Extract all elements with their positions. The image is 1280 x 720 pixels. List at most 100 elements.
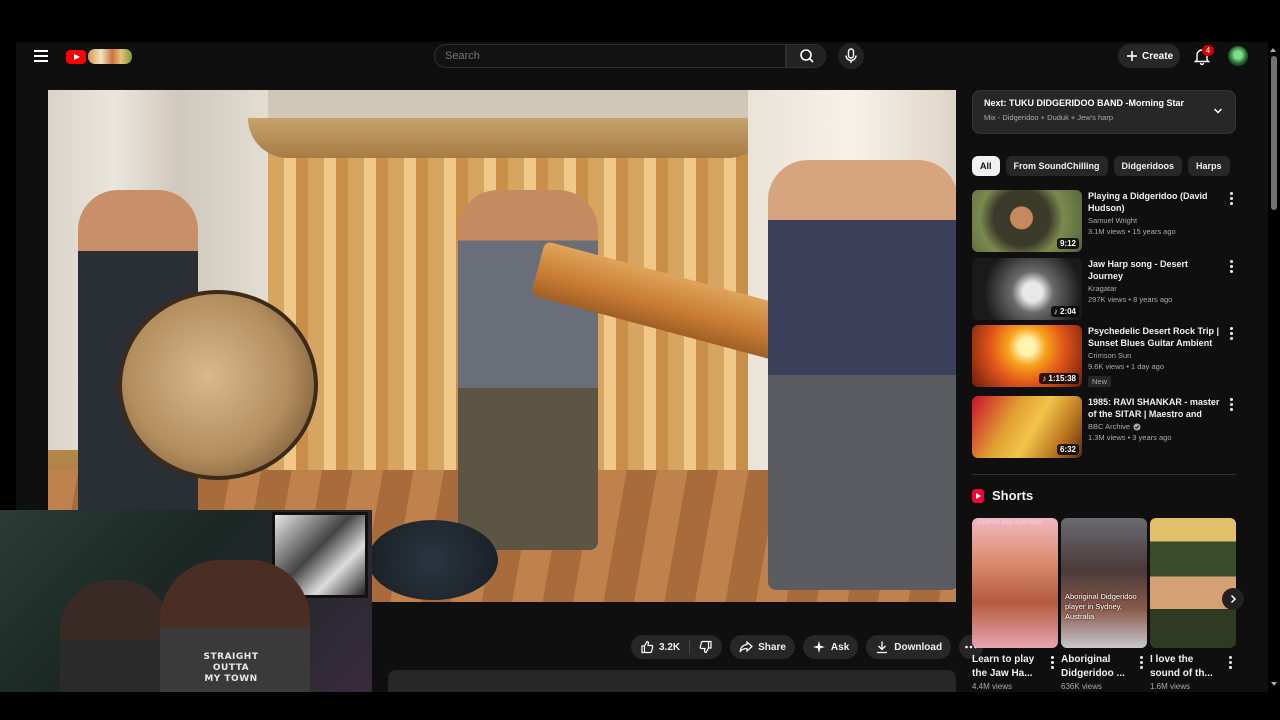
masthead: Create 4 xyxy=(16,42,1268,70)
channel-name-text: Samuel Wright xyxy=(1088,216,1138,225)
video-info: Psychedelic Desert Rock Trip | Sunset Bl… xyxy=(1088,325,1220,389)
chip-didgeridoos[interactable]: Didgeridoos xyxy=(1113,156,1183,176)
like-button[interactable]: 3.2K xyxy=(631,635,689,659)
more-options-icon[interactable] xyxy=(1229,656,1232,671)
filter-chips: All From SoundChilling Didgeridoos Harps xyxy=(972,156,1230,176)
plus-icon xyxy=(1127,51,1137,61)
scroll-up-arrow-icon[interactable] xyxy=(1270,48,1276,52)
chip-from-soundchilling[interactable]: From SoundChilling xyxy=(1005,156,1108,176)
chip-harps[interactable]: Harps xyxy=(1188,156,1230,176)
verified-check-icon xyxy=(1133,423,1141,430)
more-options-icon[interactable] xyxy=(1230,398,1234,412)
video-frame-drum xyxy=(118,290,318,480)
video-musician-right xyxy=(768,160,956,590)
channel-name[interactable]: Kragatar xyxy=(1088,284,1220,293)
duration-badge: 9:12 xyxy=(1056,238,1079,249)
video-title[interactable]: 1985: RAVI SHANKAR - master of the SITAR… xyxy=(1088,396,1220,420)
doodle-food-icon xyxy=(88,49,132,64)
ask-button[interactable]: Ask xyxy=(802,635,859,659)
channel-name[interactable]: Crimson Sun xyxy=(1088,351,1220,360)
thumbs-down-icon xyxy=(699,640,712,654)
download-button[interactable]: Download xyxy=(866,635,952,659)
duration-badge: ♪ 1:15:38 xyxy=(1039,373,1079,384)
more-options-icon[interactable] xyxy=(1140,656,1143,671)
more-options-icon[interactable] xyxy=(1230,260,1234,274)
more-options-icon[interactable] xyxy=(1230,192,1234,206)
search-box[interactable] xyxy=(434,44,786,68)
webcam-overlay: STRAIGHT OUTTA MY TOWN xyxy=(0,510,372,720)
notification-badge: 4 xyxy=(1202,45,1214,56)
description-box[interactable] xyxy=(388,670,956,692)
page-scrollbar[interactable] xyxy=(1270,42,1278,692)
short-title[interactable]: Learn to play the Jaw Ha... xyxy=(972,653,1044,681)
search-button[interactable] xyxy=(786,44,826,68)
recommendation-item[interactable]: 9:12 Playing a Didgeridoo (David Hudson)… xyxy=(972,190,1236,252)
short-item[interactable]: Aboriginal Didgeridoo player in Sydney, … xyxy=(1061,518,1147,692)
video-musician-center xyxy=(458,190,598,550)
short-views: 4.4M views xyxy=(972,682,1013,691)
download-label: Download xyxy=(894,641,943,653)
webcam-shirt-print: STRAIGHT OUTTA MY TOWN xyxy=(196,652,266,685)
video-thumbnail[interactable]: ♪ 1:15:38 xyxy=(972,325,1082,387)
sidebar-divider xyxy=(972,474,1236,475)
short-thumbnail[interactable] xyxy=(1150,518,1236,648)
chevron-down-icon[interactable] xyxy=(1213,106,1223,116)
scroll-down-arrow-icon[interactable] xyxy=(1271,682,1277,686)
shirt-line: STRAIGHT xyxy=(203,652,259,662)
recommendation-item[interactable]: 6:32 1985: RAVI SHANKAR - master of the … xyxy=(972,396,1236,458)
video-thumbnail[interactable]: 9:12 xyxy=(972,190,1082,252)
duration-badge: 6:32 xyxy=(1056,444,1079,455)
video-title[interactable]: Jaw Harp song - Desert Journey xyxy=(1088,258,1220,282)
recommendation-item[interactable]: ♪ 1:15:38 Psychedelic Desert Rock Trip |… xyxy=(972,325,1236,387)
shorts-next-button[interactable] xyxy=(1222,588,1244,610)
up-next-card[interactable]: Next: TUKU DIDGERIDOO BAND -Morning Star… xyxy=(972,90,1236,134)
shirt-line: MY TOWN xyxy=(204,674,258,684)
like-count: 3.2K xyxy=(659,641,681,653)
video-thumbnail[interactable]: ♪ 2:04 xyxy=(972,258,1082,320)
shirt-line: OUTTA xyxy=(212,663,250,673)
youtube-play-icon xyxy=(66,50,86,64)
create-button[interactable]: Create xyxy=(1118,44,1180,68)
avatar[interactable] xyxy=(1228,46,1248,66)
short-views: 1.6M views xyxy=(1150,682,1191,691)
voice-search-button[interactable] xyxy=(838,43,864,69)
video-actions: 3.2K Share Ask Download xyxy=(631,635,984,659)
download-icon xyxy=(877,641,888,654)
shorts-heading: Shorts xyxy=(992,488,1034,503)
search-input[interactable] xyxy=(435,45,785,67)
hamburger-menu-icon[interactable] xyxy=(34,50,48,62)
channel-name[interactable]: Samuel Wright xyxy=(1088,216,1220,225)
channel-name[interactable]: BBC Archive xyxy=(1088,422,1220,431)
video-info: Jaw Harp song - Desert Journey Kragatar … xyxy=(1088,258,1220,304)
video-meta: 297K views • 8 years ago xyxy=(1088,295,1173,304)
video-title[interactable]: Playing a Didgeridoo (David Hudson) xyxy=(1088,190,1220,214)
channel-name-text: BBC Archive xyxy=(1088,422,1131,431)
short-overlay-caption: Aboriginal Didgeridoo player in Sydney, … xyxy=(1065,592,1137,621)
thumbs-up-icon xyxy=(641,640,654,654)
scrollbar-thumb[interactable] xyxy=(1271,56,1277,210)
short-views: 636K views xyxy=(1061,682,1102,691)
video-meta: 1.3M views • 3 years ago xyxy=(1088,433,1172,442)
video-thumbnail[interactable]: 6:32 xyxy=(972,396,1082,458)
recommendation-item[interactable]: ♪ 2:04 Jaw Harp song - Desert Journey Kr… xyxy=(972,258,1236,320)
more-options-icon[interactable] xyxy=(1051,656,1054,671)
youtube-logo[interactable] xyxy=(66,48,136,66)
new-badge: New xyxy=(1088,376,1112,387)
chevron-right-icon xyxy=(1230,594,1237,604)
share-button[interactable]: Share xyxy=(730,635,795,659)
video-handpan xyxy=(368,520,498,600)
dislike-button[interactable] xyxy=(690,635,722,659)
chip-all[interactable]: All xyxy=(972,156,1000,176)
microphone-icon xyxy=(845,48,857,63)
screen-top-border xyxy=(0,0,1280,42)
short-thumbnail[interactable]: Aboriginal Didgeridoo player in Sydney, … xyxy=(1061,518,1147,648)
up-next-title: Next: TUKU DIDGERIDOO BAND -Morning Star xyxy=(984,98,1184,108)
video-title[interactable]: Psychedelic Desert Rock Trip | Sunset Bl… xyxy=(1088,325,1220,349)
channel-name-text: Crimson Sun xyxy=(1088,351,1132,360)
shorts-logo-icon xyxy=(972,488,984,503)
short-title[interactable]: Aboriginal Didgeridoo ... xyxy=(1061,653,1133,681)
short-title[interactable]: I love the sound of th... xyxy=(1150,653,1222,681)
short-thumbnail[interactable]: Learn to play a jaw harp xyxy=(972,518,1058,648)
short-item[interactable]: Learn to play a jaw harp Learn to play t… xyxy=(972,518,1058,692)
more-options-icon[interactable] xyxy=(1230,327,1234,341)
